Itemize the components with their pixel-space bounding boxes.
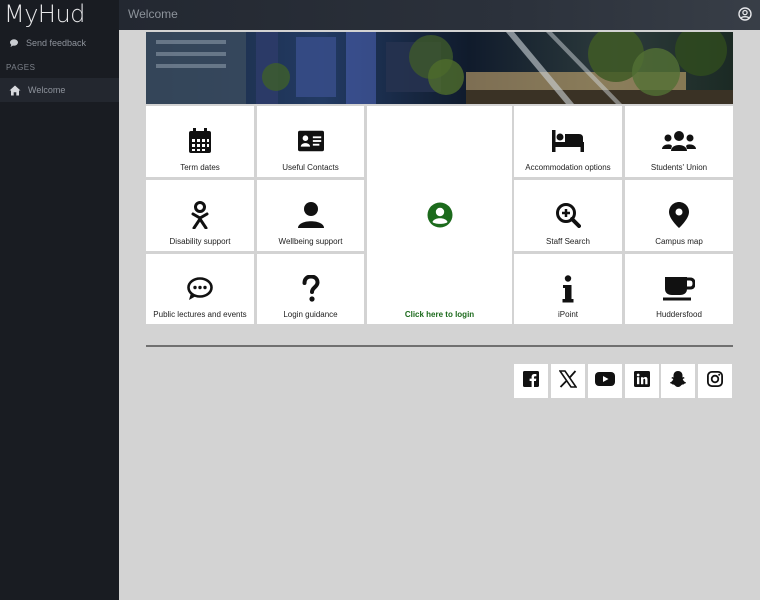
home-icon bbox=[9, 85, 21, 96]
map-pin-icon bbox=[666, 202, 692, 228]
tile-label: iPoint bbox=[557, 310, 578, 319]
tile-useful-contacts[interactable]: Useful Contacts bbox=[257, 106, 364, 177]
linkedin-icon bbox=[634, 370, 650, 392]
snapchat-icon bbox=[669, 370, 687, 393]
tile-accommodation[interactable]: Accommodation options bbox=[514, 106, 622, 177]
tile-disability-support[interactable]: Disability support bbox=[146, 180, 254, 251]
sidebar: MyHud Send feedback PAGES Welcome bbox=[0, 0, 119, 600]
tile-label: Staff Search bbox=[546, 237, 590, 246]
speech-bubble-icon bbox=[187, 276, 213, 302]
tile-campus-map[interactable]: Campus map bbox=[625, 180, 733, 251]
campus-banner-image bbox=[146, 32, 733, 104]
person-icon bbox=[297, 202, 324, 228]
chat-bubble-icon bbox=[9, 38, 19, 48]
tile-label: Click here to login bbox=[404, 310, 475, 319]
x-icon bbox=[558, 369, 578, 393]
calendar-icon bbox=[187, 128, 213, 154]
tile-public-lectures[interactable]: Public lectures and events bbox=[146, 254, 254, 324]
send-feedback-label: Send feedback bbox=[26, 38, 87, 48]
contact-card-icon bbox=[297, 128, 324, 154]
tile-ipoint[interactable]: iPoint bbox=[514, 254, 622, 324]
tile-huddersfood[interactable]: Huddersfood bbox=[625, 254, 733, 324]
users-group-icon bbox=[662, 128, 696, 154]
tile-wellbeing-support[interactable]: Wellbeing support bbox=[257, 180, 364, 251]
x-link[interactable] bbox=[551, 364, 585, 398]
tile-label: Term dates bbox=[180, 163, 220, 172]
user-account-icon[interactable] bbox=[738, 7, 752, 21]
page-title: Welcome bbox=[128, 7, 178, 21]
accessibility-person-icon bbox=[187, 201, 213, 229]
tile-label: Disability support bbox=[169, 237, 231, 246]
question-mark-icon bbox=[298, 275, 324, 302]
info-icon bbox=[555, 275, 581, 303]
tile-students-union[interactable]: Students' Union bbox=[625, 106, 733, 177]
coffee-cup-icon bbox=[663, 276, 695, 302]
tile-label: Huddersfood bbox=[656, 310, 702, 319]
instagram-icon bbox=[706, 370, 723, 392]
tile-label: Accommodation options bbox=[525, 163, 611, 172]
send-feedback-link[interactable]: Send feedback bbox=[0, 31, 119, 55]
youtube-icon bbox=[595, 371, 615, 391]
content-divider bbox=[146, 345, 733, 347]
pages-section-label: PAGES bbox=[6, 63, 36, 72]
tile-label: Wellbeing support bbox=[278, 237, 343, 246]
linkedin-link[interactable] bbox=[625, 364, 659, 398]
tile-login[interactable]: Click here to login bbox=[367, 106, 512, 324]
tile-label: Login guidance bbox=[283, 310, 338, 319]
facebook-icon bbox=[523, 370, 539, 392]
tile-label: Public lectures and events bbox=[153, 310, 247, 319]
tile-label: Students' Union bbox=[650, 163, 708, 172]
instagram-link[interactable] bbox=[698, 364, 732, 398]
bed-icon bbox=[552, 128, 584, 154]
brand-logo[interactable]: MyHud bbox=[0, 0, 119, 30]
tile-term-dates[interactable]: Term dates bbox=[146, 106, 254, 177]
tile-label: Campus map bbox=[655, 237, 703, 246]
youtube-link[interactable] bbox=[588, 364, 622, 398]
sidebar-item-welcome[interactable]: Welcome bbox=[0, 78, 119, 102]
snapchat-link[interactable] bbox=[661, 364, 695, 398]
facebook-link[interactable] bbox=[514, 364, 548, 398]
tile-label: Useful Contacts bbox=[282, 163, 339, 172]
user-circle-icon bbox=[427, 202, 453, 228]
tile-login-guidance[interactable]: Login guidance bbox=[257, 254, 364, 324]
sidebar-item-label: Welcome bbox=[28, 85, 66, 95]
tile-staff-search[interactable]: Staff Search bbox=[514, 180, 622, 251]
magnify-plus-icon bbox=[555, 202, 581, 228]
top-bar: Welcome bbox=[119, 0, 760, 30]
